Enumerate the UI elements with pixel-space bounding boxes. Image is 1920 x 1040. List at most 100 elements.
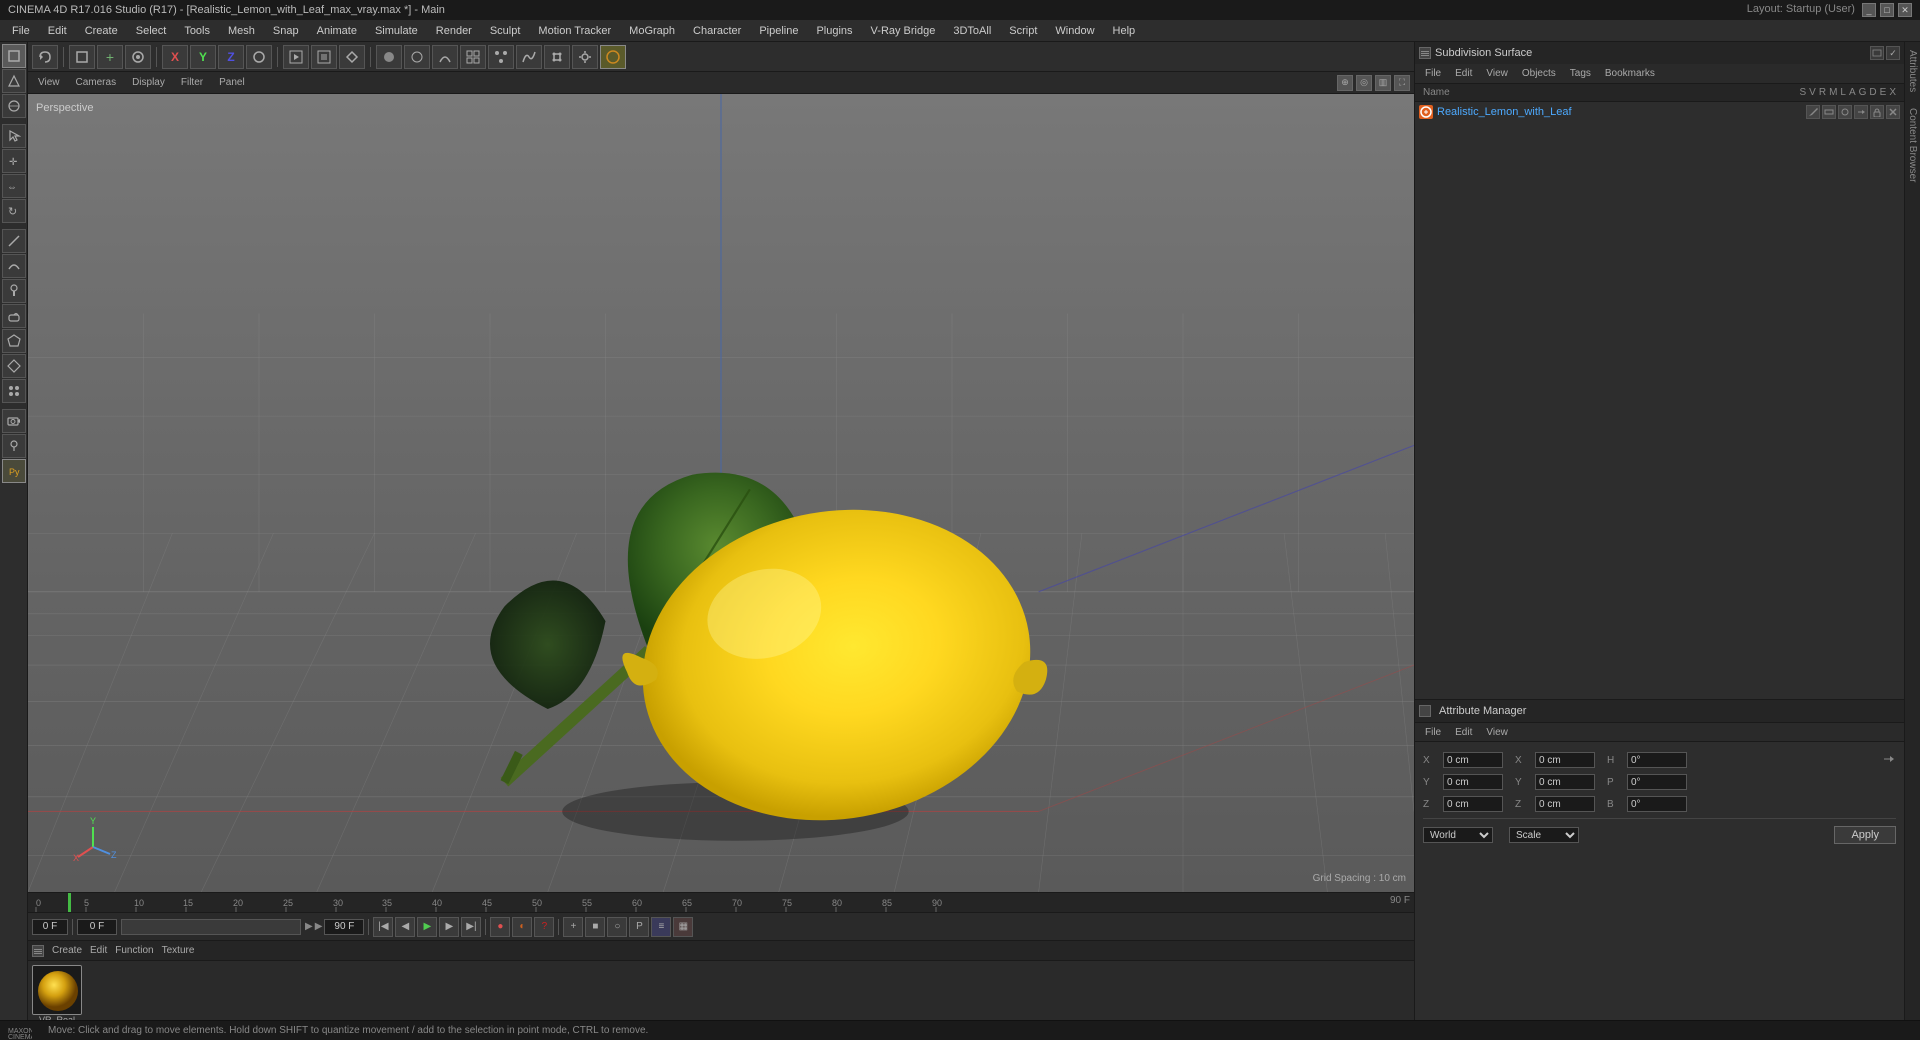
am-x-input[interactable] <box>1443 752 1503 768</box>
view-menu[interactable]: View <box>32 76 66 89</box>
am-x2-input[interactable] <box>1535 752 1595 768</box>
om-tags-menu[interactable]: Tags <box>1564 67 1597 80</box>
y-axis-button[interactable]: Y <box>190 45 216 69</box>
add-cube-button[interactable] <box>69 45 95 69</box>
menu-pipeline[interactable]: Pipeline <box>751 23 806 39</box>
menu-window[interactable]: Window <box>1047 23 1102 39</box>
am-y2-input[interactable] <box>1535 774 1595 790</box>
del-keyframe-button[interactable]: ■ <box>585 917 605 937</box>
camera-tool-button[interactable] <box>2 409 26 433</box>
viewport-3d[interactable]: Perspective X Y Z Grid Spacing : 10 c <box>28 94 1414 892</box>
om-object-name[interactable]: Realistic_Lemon_with_Leaf <box>1437 106 1572 118</box>
mat-function-menu[interactable]: Function <box>115 945 153 956</box>
am-world-dropdown[interactable]: World Object <box>1423 827 1493 843</box>
render-all-button[interactable] <box>339 45 365 69</box>
add-camera-button[interactable] <box>125 45 151 69</box>
om-bookmarks-menu[interactable]: Bookmarks <box>1599 67 1661 80</box>
all-axis-button[interactable] <box>246 45 272 69</box>
menu-simulate[interactable]: Simulate <box>367 23 426 39</box>
goto-start-button[interactable]: |◀ <box>373 917 393 937</box>
menu-create[interactable]: Create <box>77 23 126 39</box>
config-button[interactable] <box>572 45 598 69</box>
undo-button[interactable] <box>32 45 58 69</box>
particles-button[interactable] <box>488 45 514 69</box>
end-frame-input[interactable] <box>324 919 364 935</box>
grid-button[interactable] <box>460 45 486 69</box>
menu-character[interactable]: Character <box>685 23 749 39</box>
om-x-icon[interactable] <box>1886 105 1900 119</box>
autokey-button[interactable]: ? <box>534 917 554 937</box>
cameras-menu[interactable]: Cameras <box>70 76 123 89</box>
keyframe-sel-button[interactable]: ○ <box>607 917 627 937</box>
light-tool-button[interactable] <box>2 434 26 458</box>
om-vis-icon[interactable] <box>1822 105 1836 119</box>
menu-snap[interactable]: Snap <box>265 23 307 39</box>
om-view-menu[interactable]: View <box>1480 67 1514 80</box>
render-queue-button[interactable] <box>600 45 626 69</box>
sculpt-tool-button[interactable] <box>2 304 26 328</box>
om-anim-icon[interactable] <box>1854 105 1868 119</box>
menu-file[interactable]: File <box>4 23 38 39</box>
menu-sculpt[interactable]: Sculpt <box>482 23 529 39</box>
mesh-mode-button[interactable] <box>2 69 26 93</box>
menu-script[interactable]: Script <box>1001 23 1045 39</box>
viewport-lock-icon[interactable]: ⊕ <box>1337 75 1353 91</box>
menu-vray-bridge[interactable]: V-Ray Bridge <box>863 23 944 39</box>
display-menu[interactable]: Display <box>126 76 171 89</box>
z-axis-button[interactable]: Z <box>218 45 244 69</box>
attributes-tab-label[interactable]: Attributes <box>1905 42 1920 100</box>
om-edit-menu[interactable]: Edit <box>1449 67 1478 80</box>
frame-input[interactable] <box>77 919 117 935</box>
am-scale-dropdown[interactable]: Scale <box>1509 827 1579 843</box>
mat-menu-icon[interactable] <box>32 945 44 957</box>
add-keyframe-button[interactable]: + <box>563 917 583 937</box>
scale-tool-button[interactable]: ⇔ <box>2 174 26 198</box>
add-sphere-button[interactable]: + <box>97 45 123 69</box>
poly-tool-button[interactable] <box>2 329 26 353</box>
filter-menu[interactable]: Filter <box>175 76 209 89</box>
python-tool-button[interactable]: Py <box>2 459 26 483</box>
model-mode-button[interactable] <box>2 44 26 68</box>
prev-frame-button[interactable]: ◀ <box>395 917 415 937</box>
panel-menu[interactable]: Panel <box>213 76 251 89</box>
om-row-lemon[interactable]: Realistic_Lemon_with_Leaf <box>1415 102 1904 122</box>
menu-help[interactable]: Help <box>1105 23 1144 39</box>
menu-animate[interactable]: Animate <box>309 23 365 39</box>
mini-anim-button[interactable]: ▦ <box>673 917 693 937</box>
edge-tool-button[interactable] <box>2 354 26 378</box>
menu-mograph[interactable]: MoGraph <box>621 23 683 39</box>
select-tool-button[interactable] <box>2 124 26 148</box>
spline-tool-button[interactable] <box>2 254 26 278</box>
am-menu-icon[interactable] <box>1419 705 1431 717</box>
goto-end-button[interactable]: ▶| <box>461 917 481 937</box>
record-button[interactable]: ● <box>490 917 510 937</box>
spline-display-button[interactable] <box>516 45 542 69</box>
record-mode-button[interactable]: ◐ <box>512 917 532 937</box>
om-render-icon[interactable] <box>1838 105 1852 119</box>
close-button[interactable]: ✕ <box>1898 3 1912 17</box>
play-button[interactable]: ▶ <box>417 917 437 937</box>
menu-render[interactable]: Render <box>428 23 480 39</box>
menu-3dtoall[interactable]: 3DToAll <box>945 23 999 39</box>
am-y-input[interactable] <box>1443 774 1503 790</box>
menu-tools[interactable]: Tools <box>176 23 218 39</box>
viewport-maximize-icon[interactable]: ⛶ <box>1394 75 1410 91</box>
wireframe-button[interactable] <box>404 45 430 69</box>
om-file-menu[interactable]: File <box>1419 67 1447 80</box>
mat-create-menu[interactable]: Create <box>52 945 82 956</box>
maximize-button[interactable]: □ <box>1880 3 1894 17</box>
viewport-camera-icon[interactable]: ◎ <box>1356 75 1372 91</box>
am-file-menu[interactable]: File <box>1419 726 1447 739</box>
timeline-mode-button[interactable]: ≡ <box>651 917 671 937</box>
am-edit-menu[interactable]: Edit <box>1449 726 1478 739</box>
material-item[interactable]: VR_Real <box>32 965 82 1025</box>
paint-tool-button[interactable] <box>2 279 26 303</box>
menu-select[interactable]: Select <box>128 23 175 39</box>
om-objects-menu[interactable]: Objects <box>1516 67 1562 80</box>
content-browser-tab-label[interactable]: Content Browser <box>1905 100 1920 190</box>
motion-path-button[interactable]: P <box>629 917 649 937</box>
current-frame-display[interactable]: 0 F <box>32 919 68 935</box>
apply-button[interactable]: Apply <box>1834 826 1896 844</box>
am-p-input[interactable] <box>1627 774 1687 790</box>
render-region-button[interactable] <box>311 45 337 69</box>
